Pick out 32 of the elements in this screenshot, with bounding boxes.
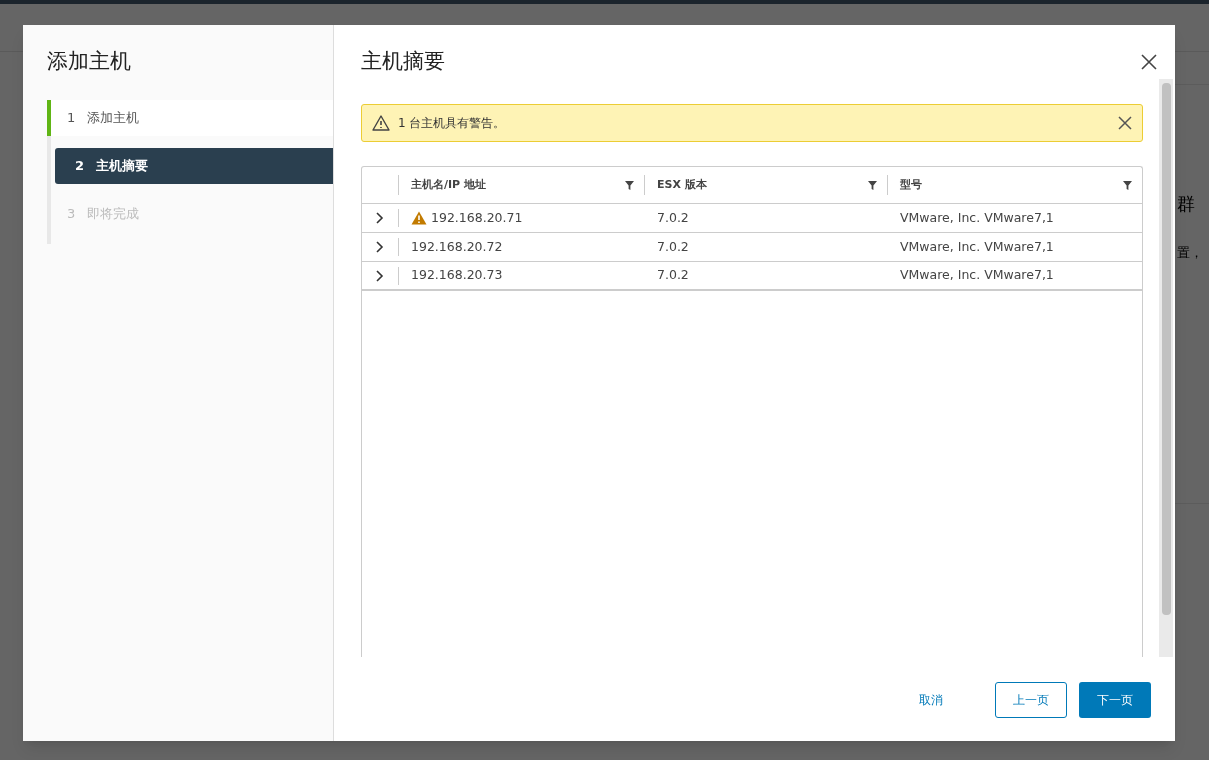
- table-cell-text: 7.0.2: [657, 237, 689, 256]
- background-text: 群: [1177, 192, 1195, 216]
- cancel-button[interactable]: 取消: [895, 681, 967, 718]
- chevron-right-icon[interactable]: [375, 212, 385, 224]
- table-cell-text: VMware, Inc. VMware7,1: [900, 237, 1054, 256]
- table-cell: 7.0.2: [657, 266, 689, 285]
- filter-icon[interactable]: [868, 180, 877, 190]
- column-header[interactable]: 型号: [888, 175, 1142, 195]
- table-cell: 192.168.20.73: [411, 266, 503, 285]
- chevron-right-icon[interactable]: [375, 241, 385, 253]
- filter-icon[interactable]: [625, 180, 634, 190]
- table-cell: VMware, Inc. VMware7,1: [900, 266, 1054, 285]
- filter-icon[interactable]: [1123, 180, 1132, 190]
- sidebar-title: 添加主机: [47, 48, 132, 75]
- table-cell-text: 192.168.20.72: [411, 237, 503, 256]
- wizard-step[interactable]: 2 主机摘要: [55, 148, 333, 184]
- column-header[interactable]: ESX 版本: [645, 175, 888, 195]
- wizard-step[interactable]: 1 添加主机: [47, 100, 333, 136]
- chevron-right-icon[interactable]: [375, 269, 385, 282]
- table-cell-text: 7.0.2: [657, 208, 689, 227]
- column-header[interactable]: 主机名/IP 地址: [399, 175, 645, 195]
- background-text: 置，: [1177, 244, 1203, 262]
- dialog-title: 主机摘要: [361, 48, 445, 76]
- alert-text: 1 台主机具有警告。: [398, 115, 507, 132]
- table-cell-text: 192.168.20.71: [431, 208, 523, 227]
- scrollbar[interactable]: [1159, 79, 1173, 657]
- warning-icon: [372, 115, 390, 131]
- close-icon[interactable]: [1141, 54, 1157, 70]
- back-button[interactable]: 上一页: [995, 681, 1067, 718]
- table-cell-text: VMware, Inc. VMware7,1: [900, 208, 1054, 227]
- next-button[interactable]: 下一页: [1079, 681, 1151, 718]
- close-icon[interactable]: [1118, 116, 1132, 130]
